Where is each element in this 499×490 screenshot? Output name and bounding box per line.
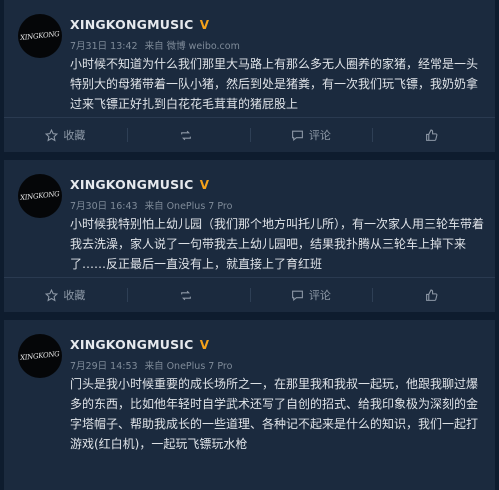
post-source: 来自 OnePlus 7 Pro <box>144 361 233 372</box>
comment-label: 评论 <box>308 129 331 142</box>
star-icon <box>45 128 59 141</box>
weibo-post: XINGKONG XINGKONGMUSIC V 7月30日 16:43 来自 … <box>4 160 495 312</box>
post-content: 小时候不知道为什么我们那里大马路上有那么多无人圈养的家猪，经常是一头特别大的母猪… <box>70 57 479 111</box>
post-source: 来自 微博 weibo.com <box>144 41 240 52</box>
username-label: XINGKONGMUSIC <box>70 17 194 32</box>
favorite-label: 收藏 <box>63 289 86 302</box>
username-label: XINGKONGMUSIC <box>70 177 194 192</box>
post-source: 来自 OnePlus 7 Pro <box>144 201 233 212</box>
post-meta: 7月30日 16:43 来自 OnePlus 7 Pro <box>70 198 236 212</box>
repost-icon <box>180 130 191 140</box>
comment-label: 评论 <box>308 289 331 302</box>
repost-button[interactable] <box>126 118 250 152</box>
comment-icon <box>291 290 303 301</box>
repost-icon <box>180 290 191 300</box>
weibo-post: XINGKONG XINGKONGMUSIC V 7月29日 14:53 来自 … <box>4 320 495 490</box>
avatar-logo-text: XINGKONG <box>19 349 61 363</box>
avatar-logo-text: XINGKONG <box>19 189 61 203</box>
thumbs-up-icon <box>425 129 438 141</box>
comment-button[interactable]: 评论 <box>249 278 373 312</box>
verified-v-icon: V <box>199 17 210 32</box>
avatar[interactable]: XINGKONG <box>18 174 62 218</box>
action-bar: 收藏 评论 <box>4 117 495 152</box>
favorite-label: 收藏 <box>63 129 86 142</box>
avatar-logo-text: XINGKONG <box>19 29 61 43</box>
favorite-button[interactable]: 收藏 <box>4 118 127 152</box>
comment-button[interactable]: 评论 <box>249 118 373 152</box>
star-icon <box>45 288 59 301</box>
username[interactable]: XINGKONGMUSIC V <box>70 17 211 32</box>
post-content: 小时候我特别怕上幼儿园（我们那个地方叫托儿所），有一次家人用三轮车带着我去洗澡，… <box>70 217 485 271</box>
action-bar: 收藏 评论 <box>4 277 495 312</box>
post-date[interactable]: 7月29日 14:53 <box>70 361 138 372</box>
post-date[interactable]: 7月31日 13:42 <box>70 41 138 52</box>
like-button[interactable] <box>372 118 495 152</box>
thumbs-up-icon <box>425 289 438 301</box>
weibo-post: XINGKONG XINGKONGMUSIC V 7月31日 13:42 来自 … <box>4 0 495 152</box>
avatar[interactable]: XINGKONG <box>18 334 62 378</box>
favorite-button[interactable]: 收藏 <box>4 278 127 312</box>
verified-v-icon: V <box>199 177 210 192</box>
verified-v-icon: V <box>199 337 210 352</box>
post-content: 门头是我小时候重要的成长场所之一，在那里我和我叔一起玩，他跟我聊过爆多的东西，比… <box>70 377 479 451</box>
avatar[interactable]: XINGKONG <box>18 14 62 58</box>
post-date[interactable]: 7月30日 16:43 <box>70 201 138 212</box>
comment-icon <box>291 130 303 141</box>
username[interactable]: XINGKONGMUSIC V <box>70 177 211 192</box>
username[interactable]: XINGKONGMUSIC V <box>70 337 211 352</box>
post-meta: 7月31日 13:42 来自 微博 weibo.com <box>70 38 244 52</box>
like-button[interactable] <box>372 278 495 312</box>
post-meta: 7月29日 14:53 来自 OnePlus 7 Pro <box>70 358 236 372</box>
username-label: XINGKONGMUSIC <box>70 337 194 352</box>
repost-button[interactable] <box>126 278 250 312</box>
